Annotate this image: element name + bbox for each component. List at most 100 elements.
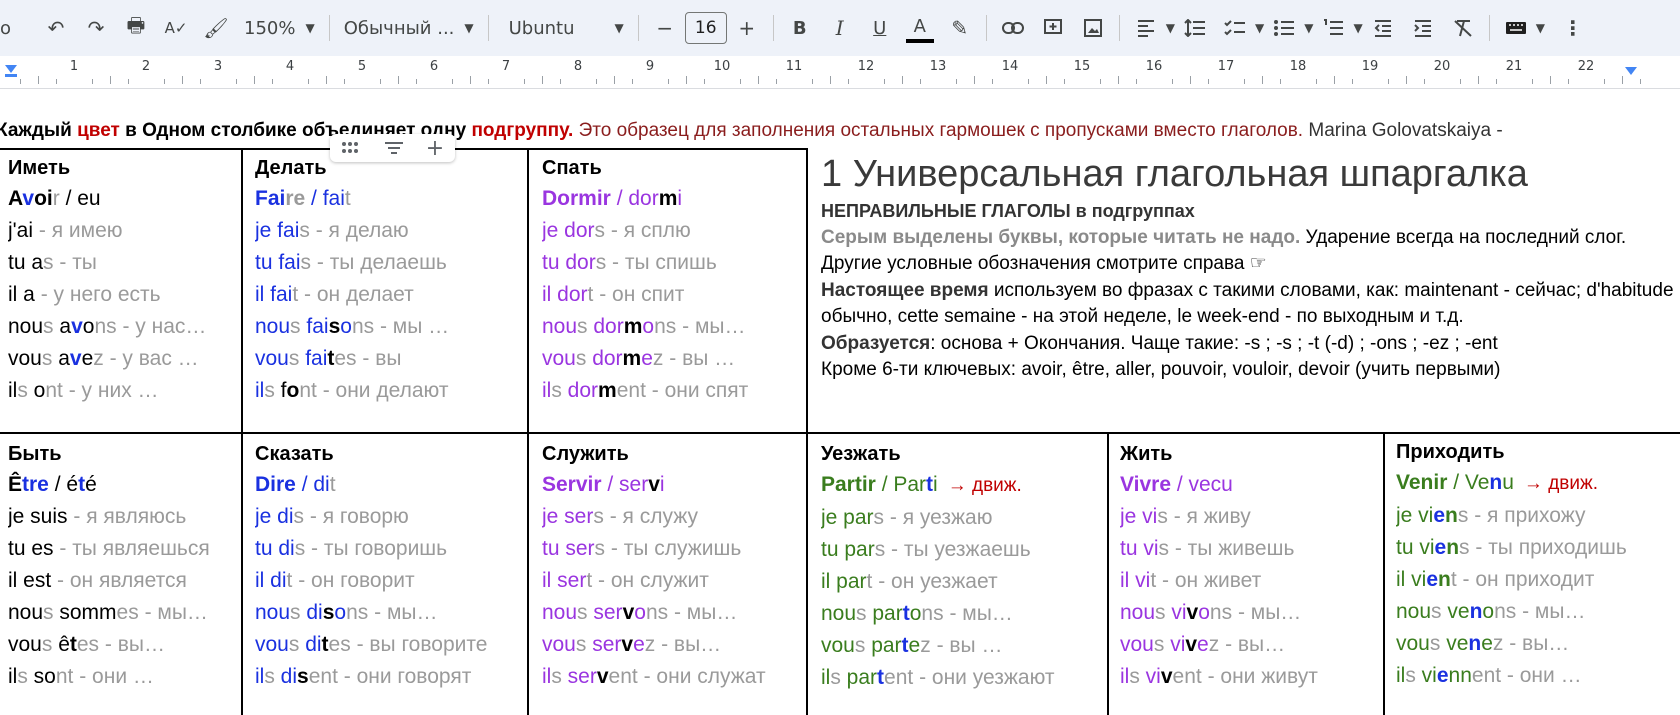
verb-cell-partir[interactable]: Уезжать Partir / Parti → движ. je pars - я … [821,439,1105,694]
ruler-tick [164,79,165,84]
bulleted-list-icon[interactable] [1264,8,1304,48]
ruler-tick [902,76,903,84]
verb-text-segment: ns [1209,601,1233,624]
verb-title: Иметь [8,157,71,179]
verb-cell-vivre[interactable]: Жить Vivre / vecu je vis - я живу tu vis - … [1120,439,1382,693]
chevron-down-icon[interactable]: ▼ [1304,21,1313,35]
verb-text-segment: s [288,347,300,370]
redo-icon[interactable]: ↷ [76,8,116,48]
verb-text-segment: dor [587,315,624,338]
link-icon[interactable] [993,8,1033,48]
verb-text-segment: je vi [1396,504,1434,527]
verb-text-segment: fai [300,315,329,338]
verb-text-segment: s [551,379,562,402]
ruler-tick [272,79,273,84]
ruler-tick [1478,76,1479,84]
clear-formatting-icon[interactable] [1443,8,1483,48]
checklist-icon[interactable] [1215,8,1255,48]
ruler-tick [236,79,237,84]
print-icon[interactable]: 🖶 [116,8,156,48]
more-options-icon[interactable]: ⋮ [1553,8,1593,48]
verb-text-segment: - я служу [603,505,699,528]
keyboard-icon[interactable] [1496,8,1536,48]
verb-text-segment: vou [542,633,576,656]
verb-text-segment: es [116,601,139,624]
style-select[interactable]: Обычный ... ▼ [336,8,482,48]
verb-text-segment: - у него есть [34,283,161,306]
ruler[interactable]: 1 2 3 4 5 6 7 8 9 10 11 12 13 14 15 16 17 18 19 20 21 22 [0,56,1680,89]
verb-text-segment: t [877,666,885,689]
comment-icon[interactable] [1033,8,1073,48]
zoom-value: 150% [244,17,296,39]
font-size-input[interactable]: 16 [684,12,727,44]
italic-button[interactable]: I [820,8,860,48]
verb-cell-venir[interactable]: Приходить Venir / Venu → движ. je viens - я… [1396,437,1678,692]
decrease-font-button[interactable]: − [645,8,685,48]
verb-cell-faire[interactable]: Делать Faire / fait je fais - я делаю tu fa… [255,153,525,407]
spellcheck-icon[interactable]: A✓ [156,8,196,48]
ruler-tick [38,76,39,84]
verb-text-segment: Servir [542,473,602,496]
verb-text-segment: je par [821,506,874,529]
verb-text-segment: - ты спишь [606,251,717,274]
table-border [1383,432,1385,715]
chevron-down-icon[interactable]: ▼ [1255,21,1264,35]
ruler-tick [1190,76,1191,84]
numbered-list-icon[interactable] [1313,8,1353,48]
ruler-tick [344,79,345,84]
verb-text-segment: vou [542,347,576,370]
verb-text-segment: il [542,379,552,402]
conjugation-line: nous sommes - мы… [8,597,240,629]
info-subheading: НЕПРАВИЛЬНЫЕ ГЛАГОЛЫ в подгруппах [821,201,1195,221]
conjugation-line: il dit - он говорит [255,565,525,597]
conjugation-line: vous dites - вы говорите [255,629,525,661]
ruler-tick [182,76,183,84]
increase-indent-icon[interactable] [1403,8,1443,48]
bold-button[interactable]: B [780,8,820,48]
document-page[interactable]: Каждый цвет в Одном столбике объединяет … [0,89,1680,715]
verb-cell-avoir[interactable]: Иметь Avoir / eu j'ai - я имею tu as - ты il… [8,153,240,407]
verb-text-segment: - мы… [1516,600,1586,623]
verb-text-segment: nou [8,601,44,624]
font-select[interactable]: Ubuntu ▼ [495,8,632,48]
verb-text-segment: s [594,219,606,242]
verb-title: Сказать [255,443,334,465]
chevron-down-icon[interactable]: ▼ [1166,21,1175,35]
verb-text-segment: o [27,379,46,402]
ruler-tick [398,76,399,84]
undo-icon[interactable]: ↶ [36,8,76,48]
verb-text-segment: s [300,251,312,274]
line-spacing-icon[interactable] [1175,8,1215,48]
text-color-button[interactable]: A [905,13,934,43]
decrease-indent-icon[interactable] [1363,8,1403,48]
verb-cell-servir[interactable]: Служить Servir / servi je sers - я служу tu… [542,439,804,693]
verb-text-segment: e [633,633,645,656]
headline-part: цвет [77,120,120,141]
verb-cell-dormir[interactable]: Спать Dormir / dormi je dors - я сплю tu do… [542,153,804,407]
ruler-tick [1550,76,1551,84]
align-left-icon[interactable] [1126,8,1166,48]
verb-text-segment: - он служит [592,569,709,592]
verb-text-segment: i [677,187,683,210]
verb-text-segment: a [53,315,72,338]
verb-text-segment: - он является [51,569,187,592]
conjugation-line: il sert - он служит [542,565,804,597]
verb-text-segment: il [1120,665,1130,688]
highlight-icon[interactable]: ✎ [940,8,980,48]
right-indent-marker[interactable] [1624,66,1638,76]
underline-button[interactable]: U [860,8,900,48]
paint-format-icon[interactable]: 🖌 [196,8,236,48]
increase-font-button[interactable]: + [727,8,767,48]
info-block[interactable]: 1 Универсальная глагольная шпаргалка НЕП… [821,153,1676,384]
chevron-down-icon[interactable]: ▼ [1353,21,1362,35]
verb-text-segment: m [598,379,617,402]
verb-cell-etre[interactable]: Быть Être / été je suis - я являюсь tu es -… [8,439,240,693]
zoom-select[interactable]: 150% ▼ [236,8,323,48]
verb-text-segment: il par [821,570,867,593]
menu-partial[interactable]: o [0,8,18,48]
image-icon[interactable] [1073,8,1113,48]
left-indent-marker[interactable] [4,64,18,78]
verb-cell-dire[interactable]: Сказать Dire / dit je dis - я говорю tu dis… [255,439,525,693]
chevron-down-icon[interactable]: ▼ [1536,21,1545,35]
verb-text-segment: u [1502,471,1514,494]
